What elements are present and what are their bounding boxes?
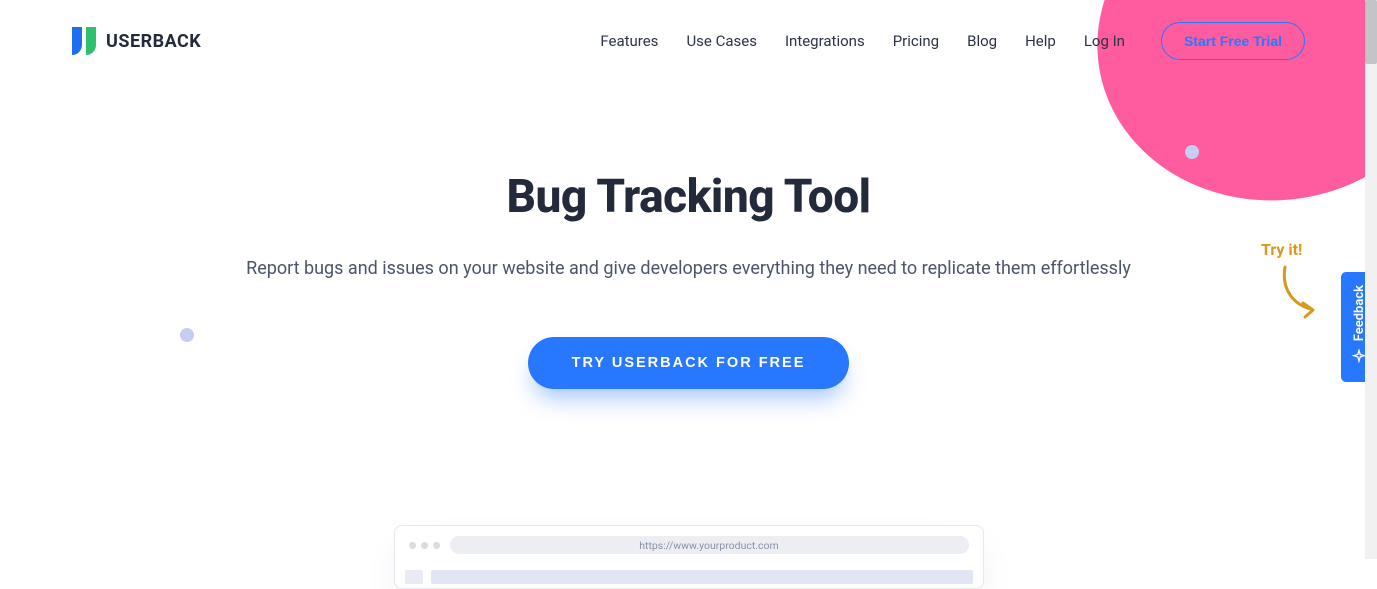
nav-help[interactable]: Help xyxy=(1025,32,1056,50)
nav-pricing[interactable]: Pricing xyxy=(893,32,939,50)
vertical-scrollbar[interactable] xyxy=(1365,0,1377,559)
browser-chrome-bar: https://www.yourproduct.com xyxy=(395,526,983,564)
hero-section: Bug Tracking Tool Report bugs and issues… xyxy=(0,170,1377,389)
nav-blog[interactable]: Blog xyxy=(967,32,997,50)
decorative-dot-pink xyxy=(1165,104,1179,118)
brand-name: USERBACK xyxy=(106,31,201,52)
try-it-callout: Try it! xyxy=(1261,240,1321,325)
scrollbar-thumb[interactable] xyxy=(1365,0,1377,64)
page-subtitle: Report bugs and issues on your website a… xyxy=(0,258,1377,279)
nav-integrations[interactable]: Integrations xyxy=(785,32,865,50)
try-userback-free-button[interactable]: TRY USERBACK FOR FREE xyxy=(528,337,850,389)
illustration-block xyxy=(405,570,423,584)
site-header: USERBACK Features Use Cases Integrations… xyxy=(0,0,1377,60)
try-it-label: Try it! xyxy=(1261,240,1321,259)
product-illustration: https://www.yourproduct.com xyxy=(394,525,984,589)
nav-features[interactable]: Features xyxy=(600,32,658,50)
decorative-dot-lavender xyxy=(1185,145,1199,159)
page-title: Bug Tracking Tool xyxy=(0,170,1377,224)
browser-body xyxy=(395,564,983,588)
start-free-trial-button[interactable]: Start Free Trial xyxy=(1161,22,1305,60)
traffic-lights-icon xyxy=(409,542,440,549)
browser-url-bar: https://www.yourproduct.com xyxy=(450,536,969,554)
brand-logo[interactable]: USERBACK xyxy=(72,27,201,55)
illustration-block xyxy=(431,570,973,584)
nav-login[interactable]: Log In xyxy=(1084,32,1125,50)
arrow-icon xyxy=(1281,265,1321,325)
primary-nav: Features Use Cases Integrations Pricing … xyxy=(600,22,1305,60)
logo-icon xyxy=(72,27,96,55)
nav-use-cases[interactable]: Use Cases xyxy=(686,32,757,50)
